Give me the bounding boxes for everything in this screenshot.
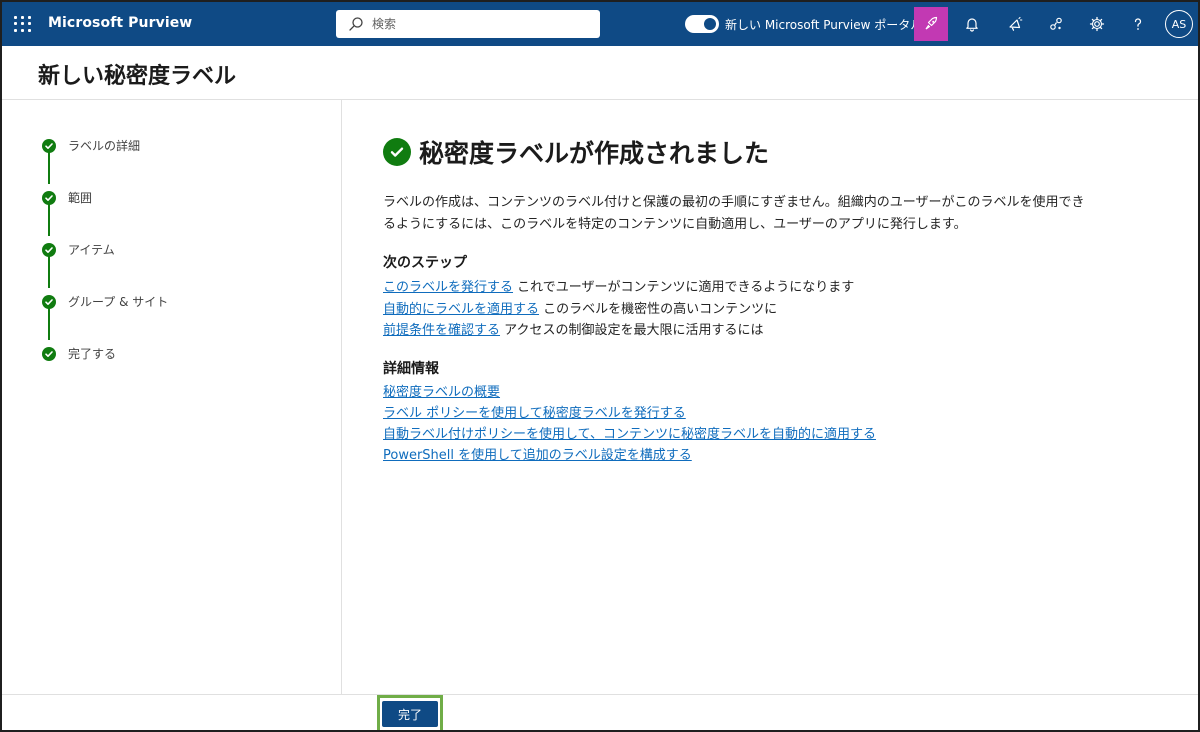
more-info-item: PowerShell を使用して追加のラベル設定を構成する [383,444,692,463]
success-check-icon [383,138,411,166]
step-label: 完了する [68,347,117,361]
app-title[interactable]: Microsoft Purview [48,15,192,31]
gear-icon[interactable] [1081,8,1113,40]
step-label: アイテム [68,243,115,257]
description-line: るようにするには、このラベルを特定のコンテンツに自動適用し、ユーザーのアプリに発… [383,217,967,232]
description-line: ラベルの作成は、コンテンツのラベル付けと保護の最初の手順にすぎません。組織内のユ… [383,195,1085,210]
next-step-auto-apply: 自動的にラベルを適用する このラベルを機密性の高いコンテンツに [383,298,777,317]
megaphone-icon[interactable] [999,8,1031,40]
step-connector [48,152,50,184]
page-header: 新しい秘密度ラベル [2,46,1198,100]
window-frame: Microsoft Purview 新しい Microsoft Purview … [0,0,1200,732]
step-items[interactable]: アイテム [42,241,115,258]
step-label-details[interactable]: ラベルの詳細 [42,137,140,154]
next-step-text: これでユーザーがコンテンツに適用できるようになります [513,280,855,295]
publish-label-link[interactable]: このラベルを発行する [383,280,513,295]
footer-bar: 完了 [2,694,1198,730]
success-title: 秘密度ラベルが作成されました [419,139,770,168]
more-info-heading: 詳細情報 [383,361,439,377]
more-info-item: 自動ラベル付けポリシーを使用して、コンテンツに秘密度ラベルを自動的に適用する [383,423,876,442]
step-label: 範囲 [68,191,93,205]
page-title: 新しい秘密度ラベル [38,64,237,89]
step-scope[interactable]: 範囲 [42,189,92,206]
more-info-item: 秘密度ラベルの概要 [383,381,500,400]
done-button[interactable]: 完了 [382,701,438,727]
wizard-steps: ラベルの詳細 範囲 アイテム グループ & サイト 完了する [2,100,342,694]
new-portal-toggle-group: 新しい Microsoft Purview ポータル [685,15,922,33]
new-portal-toggle[interactable] [685,15,719,33]
more-info-item: ラベル ポリシーを使用して秘密度ラベルを発行する [383,402,686,421]
step-label: グループ & サイト [68,295,169,309]
new-portal-label: 新しい Microsoft Purview ポータル [725,17,923,32]
checkmark-icon [42,242,56,257]
search-input[interactable] [372,17,592,31]
top-bar: Microsoft Purview 新しい Microsoft Purview … [2,2,1198,46]
step-connector [48,256,50,288]
next-step-text: このラベルを機密性の高いコンテンツに [539,302,778,317]
prerequisites-link[interactable]: 前提条件を確認する [383,323,500,338]
share-icon[interactable] [1040,8,1072,40]
checkmark-icon [42,294,56,309]
next-step-text: アクセスの制御設定を最大限に活用するには [500,323,764,338]
step-connector [48,204,50,236]
label-policy-link[interactable]: ラベル ポリシーを使用して秘密度ラベルを発行する [383,406,686,421]
help-icon[interactable] [1122,8,1154,40]
bell-icon[interactable] [956,8,988,40]
rocket-icon[interactable] [914,7,948,41]
search-box[interactable] [336,10,600,38]
overview-link[interactable]: 秘密度ラベルの概要 [383,385,500,400]
step-connector [48,308,50,340]
checkmark-icon [42,138,56,153]
powershell-link[interactable]: PowerShell を使用して追加のラベル設定を構成する [383,448,692,463]
main-content: 秘密度ラベルが作成されました ラベルの作成は、コンテンツのラベル付けと保護の最初… [343,100,1198,694]
search-icon [349,17,363,31]
next-steps-heading: 次のステップ [383,255,467,271]
avatar[interactable]: AS [1165,10,1193,38]
next-step-prerequisites: 前提条件を確認する アクセスの制御設定を最大限に活用するには [383,319,764,338]
step-label: ラベルの詳細 [68,139,141,153]
step-groups-sites[interactable]: グループ & サイト [42,293,168,310]
waffle-icon[interactable] [12,14,32,34]
step-finish[interactable]: 完了する [42,345,116,362]
checkmark-icon [42,346,56,361]
checkmark-icon [42,190,56,205]
auto-labeling-policy-link[interactable]: 自動ラベル付けポリシーを使用して、コンテンツに秘密度ラベルを自動的に適用する [383,427,876,442]
description: ラベルの作成は、コンテンツのラベル付けと保護の最初の手順にすぎません。組織内のユ… [383,192,1143,236]
auto-apply-link[interactable]: 自動的にラベルを適用する [383,302,539,317]
next-step-publish: このラベルを発行する これでユーザーがコンテンツに適用できるようになります [383,276,854,295]
success-header: 秘密度ラベルが作成されました [383,134,769,170]
